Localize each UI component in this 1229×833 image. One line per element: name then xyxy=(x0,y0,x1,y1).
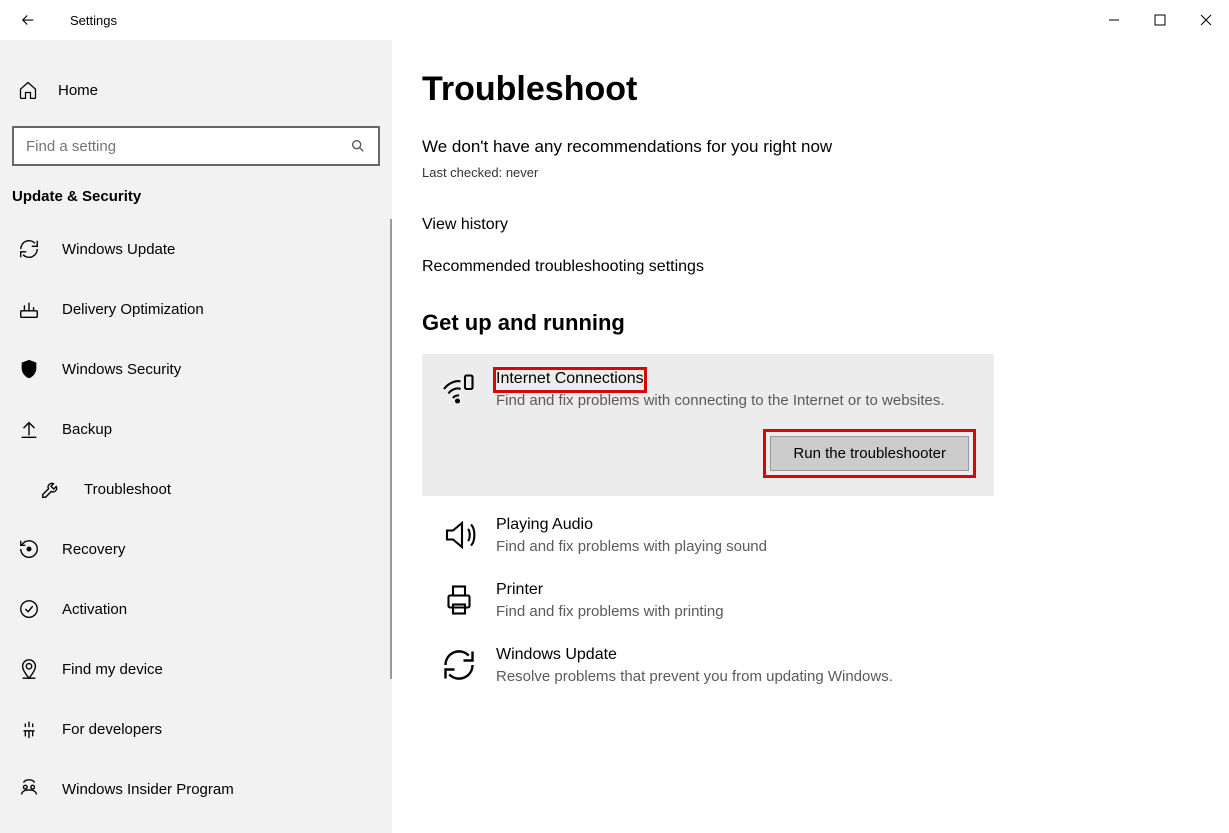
audio-icon xyxy=(440,516,478,554)
window-controls xyxy=(1091,0,1229,40)
close-button[interactable] xyxy=(1183,0,1229,40)
recommendation-text: We don't have any recommendations for yo… xyxy=(422,137,1229,157)
sidebar-item-label: Windows Insider Program xyxy=(62,781,234,798)
troubleshooter-desc: Find and fix problems with printing xyxy=(496,601,976,622)
home-label: Home xyxy=(58,82,98,99)
troubleshooter-title: Internet Connections xyxy=(496,370,644,388)
troubleshooter-desc: Find and fix problems with connecting to… xyxy=(496,390,1012,411)
check-icon xyxy=(18,598,40,620)
minimize-button[interactable] xyxy=(1091,0,1137,40)
optimize-icon xyxy=(18,298,40,320)
recovery-icon xyxy=(18,538,40,560)
sidebar-item-delivery-optimization[interactable]: Delivery Optimization xyxy=(0,279,392,339)
printer-icon xyxy=(440,581,478,619)
troubleshooter-title: Playing Audio xyxy=(496,516,976,534)
home-nav-item[interactable]: Home xyxy=(0,68,392,112)
sync-icon xyxy=(18,238,40,260)
dev-icon xyxy=(18,718,40,740)
wrench-icon xyxy=(40,478,62,500)
backup-icon xyxy=(18,418,40,440)
sidebar-item-label: Find my device xyxy=(62,661,163,678)
troubleshooter-item-playing-audio[interactable]: Playing Audio Find and fix problems with… xyxy=(422,504,994,569)
sidebar-item-windows-security[interactable]: Windows Security xyxy=(0,339,392,399)
sidebar-item-windows-update[interactable]: Windows Update xyxy=(0,219,392,279)
sync-icon xyxy=(440,646,478,684)
troubleshooter-card-internet-connections[interactable]: Internet Connections Find and fix proble… xyxy=(422,354,994,496)
sidebar-item-label: Activation xyxy=(62,601,127,618)
back-button[interactable] xyxy=(18,10,38,30)
sidebar-item-label: For developers xyxy=(62,721,162,738)
troubleshooter-title: Printer xyxy=(496,581,976,599)
shield-icon xyxy=(18,358,40,380)
troubleshooter-desc: Resolve problems that prevent you from u… xyxy=(496,666,976,687)
maximize-button[interactable] xyxy=(1137,0,1183,40)
sidebar-item-backup[interactable]: Backup xyxy=(0,399,392,459)
sidebar-item-windows-insider-program[interactable]: Windows Insider Program xyxy=(0,759,392,819)
internet-icon xyxy=(440,370,478,408)
location-icon xyxy=(18,658,40,680)
app-title: Settings xyxy=(70,13,117,28)
sidebar-item-label: Troubleshoot xyxy=(84,481,171,498)
troubleshooter-item-printer[interactable]: Printer Find and fix problems with print… xyxy=(422,569,994,634)
highlight-annotation: Run the troubleshooter xyxy=(763,429,976,478)
search-input[interactable] xyxy=(26,138,350,155)
home-icon xyxy=(18,80,38,100)
troubleshooter-desc: Find and fix problems with playing sound xyxy=(496,536,976,557)
search-icon xyxy=(350,138,366,154)
search-box[interactable] xyxy=(12,126,380,166)
sidebar-item-label: Delivery Optimization xyxy=(62,301,204,318)
section-heading: Get up and running xyxy=(422,310,1229,336)
insider-icon xyxy=(18,778,40,800)
sidebar-item-recovery[interactable]: Recovery xyxy=(0,519,392,579)
sidebar-item-label: Windows Update xyxy=(62,241,175,258)
run-troubleshooter-button[interactable]: Run the troubleshooter xyxy=(770,436,969,471)
troubleshooter-item-windows-update[interactable]: Windows Update Resolve problems that pre… xyxy=(422,634,994,699)
page-title: Troubleshoot xyxy=(422,70,1229,109)
sidebar-item-activation[interactable]: Activation xyxy=(0,579,392,639)
last-checked-text: Last checked: never xyxy=(422,165,1229,180)
sidebar-item-troubleshoot[interactable]: Troubleshoot xyxy=(0,459,392,519)
sidebar-nav: Windows Update Delivery Optimization Win… xyxy=(0,219,392,819)
sidebar: Home Update & Security Windows Update De… xyxy=(0,40,392,833)
sidebar-item-label: Backup xyxy=(62,421,112,438)
titlebar: Settings xyxy=(0,0,1229,40)
sidebar-section-title: Update & Security xyxy=(0,166,392,219)
sidebar-item-label: Windows Security xyxy=(62,361,181,378)
troubleshooter-title: Windows Update xyxy=(496,646,976,664)
sidebar-item-label: Recovery xyxy=(62,541,125,558)
sidebar-item-for-developers[interactable]: For developers xyxy=(0,699,392,759)
recommended-settings-link[interactable]: Recommended troubleshooting settings xyxy=(422,258,1229,276)
sidebar-item-find-my-device[interactable]: Find my device xyxy=(0,639,392,699)
main-content: Troubleshoot We don't have any recommend… xyxy=(392,40,1229,833)
view-history-link[interactable]: View history xyxy=(422,216,1229,234)
